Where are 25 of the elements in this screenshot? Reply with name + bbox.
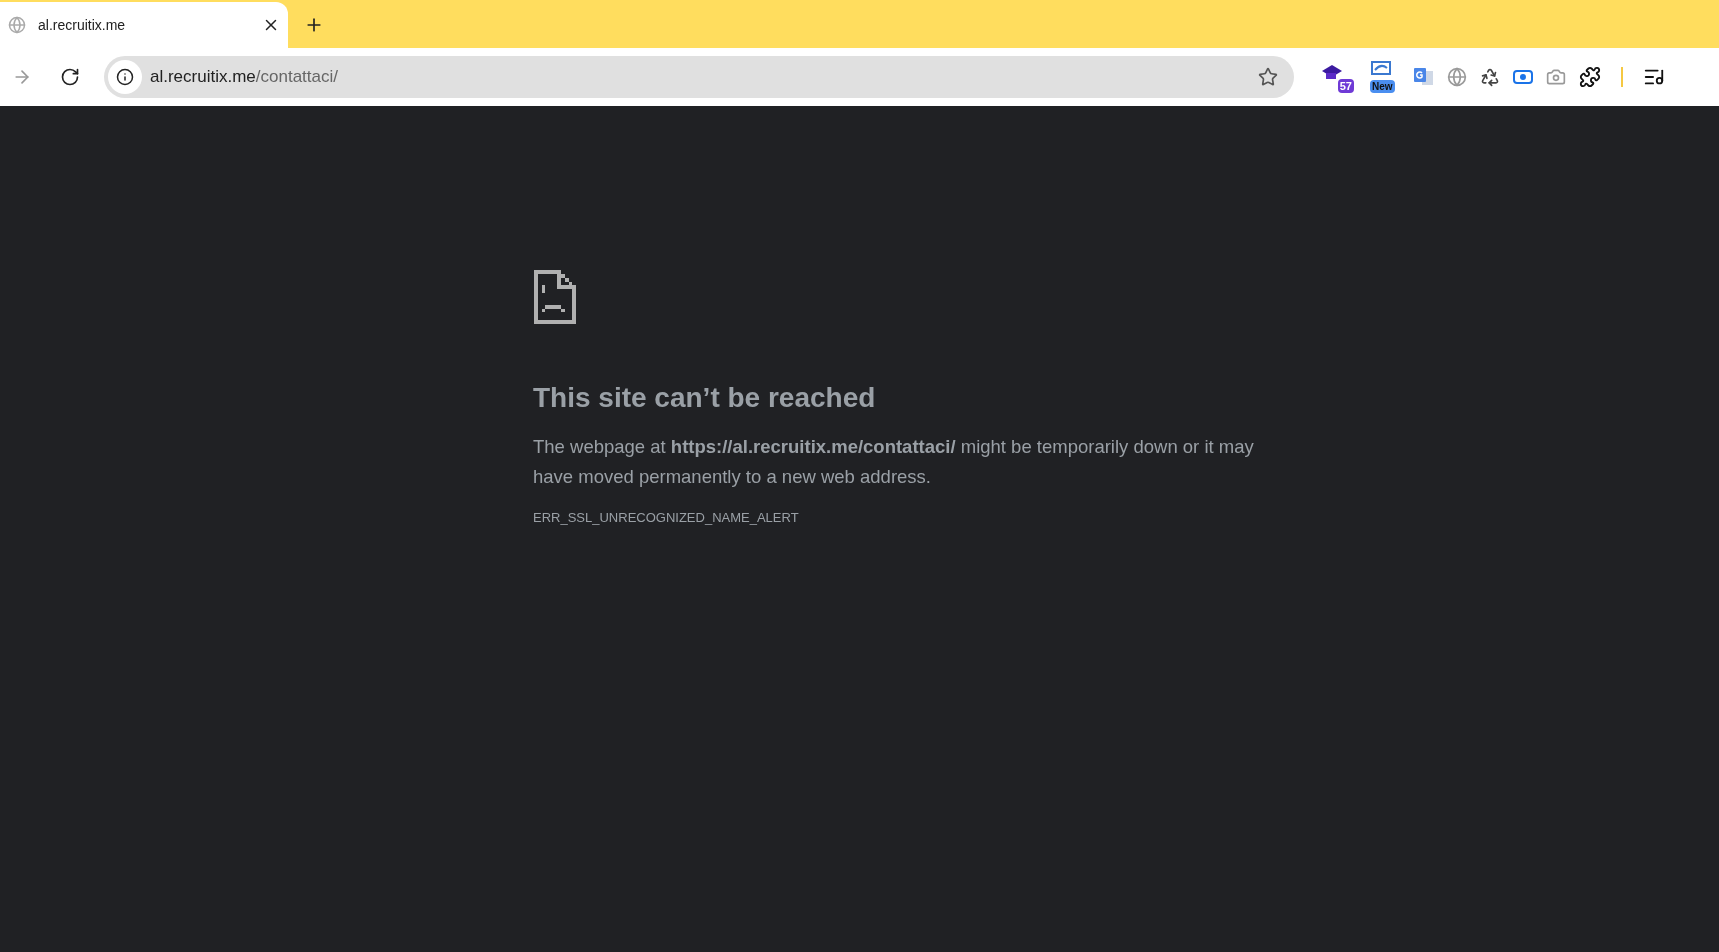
extension-button[interactable]: 57 [1322,61,1354,93]
extension-button[interactable]: New [1367,61,1399,93]
reload-icon[interactable] [60,67,80,87]
error-title: This site can’t be reached [533,381,877,415]
translate-icon[interactable] [1412,66,1434,88]
extensions-icon[interactable] [1579,66,1601,88]
record-icon[interactable] [1513,70,1533,84]
sad-page-icon [533,270,577,324]
info-icon [116,68,134,86]
site-info-button[interactable] [108,60,142,94]
count-badge: 57 [1337,79,1354,93]
error-message: The webpage at https://al.recruitix.me/contattaci/ might be temporarily down or it may have moved permanently to a new web address. [533,435,1255,489]
bookmark-star-icon[interactable] [1258,67,1278,87]
camera-icon[interactable] [1546,67,1566,87]
address-bar[interactable]: al.recruitix.me/contattaci/ [104,56,1294,98]
new-badge: New [1370,80,1395,93]
error-code: ERR_SSL_UNRECOGNIZED_NAME_ALERT [533,509,800,527]
recycle-icon[interactable] [1480,67,1500,87]
page-icon [1371,61,1391,75]
browser-tab[interactable]: al.recruitix.me [0,2,288,48]
globe-icon[interactable] [1447,67,1467,87]
url-text: al.recruitix.me/contattaci/ [150,66,340,89]
tab-title: al.recruitix.me [38,15,127,35]
globe-icon [8,16,26,34]
graduation-cap-icon [1322,65,1342,81]
